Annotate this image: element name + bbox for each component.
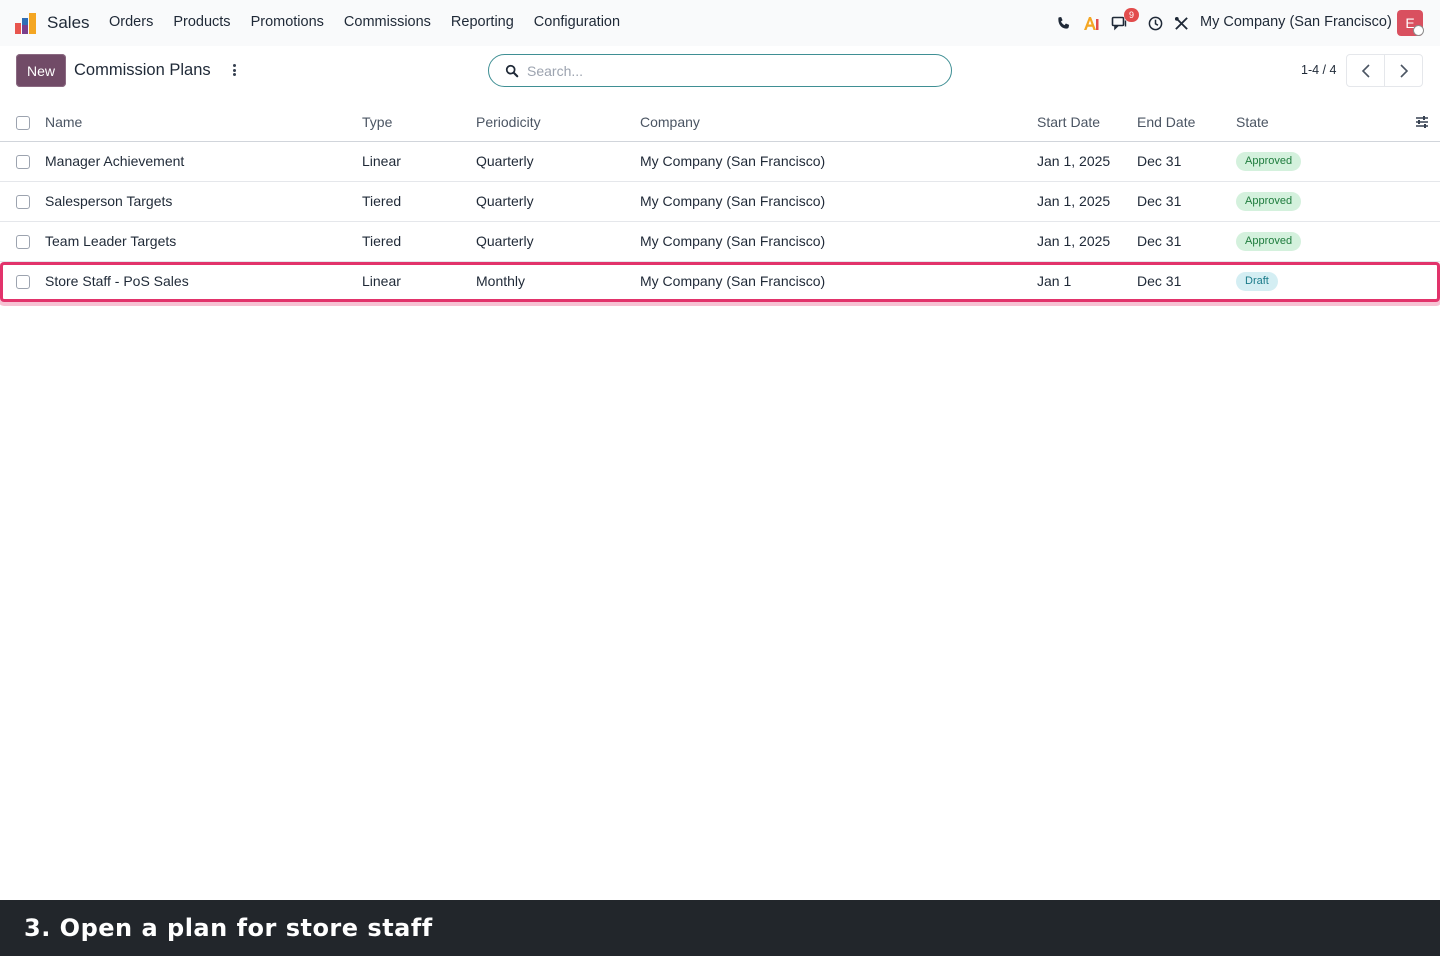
top-navbar: Sales Orders Products Promotions Commiss… <box>0 0 1440 46</box>
table-row-highlighted[interactable]: Store Staff - PoS Sales Linear Monthly M… <box>0 262 1440 302</box>
table-row[interactable]: Manager Achievement Linear Quarterly My … <box>0 142 1440 182</box>
cell-name: Store Staff - PoS Sales <box>45 273 189 289</box>
cell-periodicity: Quarterly <box>476 153 534 169</box>
search-input[interactable] <box>527 61 927 81</box>
menu-item-reporting[interactable]: Reporting <box>451 14 514 30</box>
app-logo-icon[interactable] <box>14 11 38 35</box>
cell-type: Tiered <box>362 193 402 209</box>
clock-icon[interactable] <box>1145 13 1165 33</box>
cell-start-date: Jan 1, 2025 <box>1037 233 1111 249</box>
column-header-type[interactable]: Type <box>362 114 392 130</box>
cell-company: My Company (San Francisco) <box>640 233 826 249</box>
page-title: Commission Plans <box>74 61 211 79</box>
column-header-company[interactable]: Company <box>640 114 700 130</box>
row-checkbox[interactable] <box>16 275 30 289</box>
table-row[interactable]: Salesperson Targets Tiered Quarterly My … <box>0 182 1440 222</box>
column-settings-icon[interactable] <box>1415 115 1429 129</box>
status-badge: Approved <box>1236 152 1302 171</box>
cell-start-date: Jan 1, 2025 <box>1037 153 1111 169</box>
pager-previous-button[interactable] <box>1346 54 1385 87</box>
commission-plans-table: Name Type Periodicity Company Start Date… <box>0 102 1440 302</box>
cell-company: My Company (San Francisco) <box>640 193 826 209</box>
cell-start-date: Jan 1, 2025 <box>1037 193 1111 209</box>
menu-item-promotions[interactable]: Promotions <box>251 14 324 30</box>
table-row[interactable]: Team Leader Targets Tiered Quarterly My … <box>0 222 1440 262</box>
actions-menu-icon[interactable] <box>228 62 240 78</box>
tutorial-caption: 3. Open a plan for store staff <box>24 914 433 942</box>
status-badge: Draft <box>1236 272 1278 291</box>
messages-badge: 9 <box>1124 8 1139 22</box>
cell-end-date: Dec 31 <box>1137 153 1182 169</box>
main-menu: Orders Products Promotions Commissions R… <box>109 14 640 30</box>
tutorial-caption-bar: 3. Open a plan for store staff <box>0 900 1440 956</box>
cell-periodicity: Monthly <box>476 273 526 289</box>
cell-name: Team Leader Targets <box>45 233 177 249</box>
column-header-state[interactable]: State <box>1236 114 1269 130</box>
cell-type: Linear <box>362 153 401 169</box>
menu-item-products[interactable]: Products <box>173 14 230 30</box>
cell-type: Tiered <box>362 233 402 249</box>
cell-name: Salesperson Targets <box>45 193 173 209</box>
chevron-right-icon <box>1399 63 1408 78</box>
pager-value[interactable]: 1-4 / 4 <box>1301 63 1336 77</box>
row-checkbox[interactable] <box>16 155 30 169</box>
cell-company: My Company (San Francisco) <box>640 153 826 169</box>
presence-status-icon <box>1413 25 1424 36</box>
cell-periodicity: Quarterly <box>476 193 534 209</box>
search-bar <box>488 54 952 87</box>
select-all-checkbox[interactable] <box>16 116 30 130</box>
pager-next-button[interactable] <box>1384 54 1423 87</box>
cell-periodicity: Quarterly <box>476 233 534 249</box>
cell-company: My Company (San Francisco) <box>640 273 826 289</box>
cell-end-date: Dec 31 <box>1137 233 1182 249</box>
company-switcher[interactable]: My Company (San Francisco) <box>1200 14 1392 30</box>
status-badge: Approved <box>1236 232 1302 251</box>
cell-end-date: Dec 31 <box>1137 273 1182 289</box>
new-button[interactable]: New <box>16 54 66 87</box>
cell-name: Manager Achievement <box>45 153 185 169</box>
column-header-name[interactable]: Name <box>45 114 82 130</box>
menu-item-orders[interactable]: Orders <box>109 14 153 30</box>
cell-type: Linear <box>362 273 401 289</box>
column-header-start-date[interactable]: Start Date <box>1037 114 1100 130</box>
table-header: Name Type Periodicity Company Start Date… <box>0 102 1440 142</box>
ai-icon[interactable] <box>1081 13 1101 33</box>
menu-item-configuration[interactable]: Configuration <box>534 14 620 30</box>
phone-icon[interactable] <box>1053 13 1073 33</box>
status-badge: Approved <box>1236 192 1302 211</box>
row-checkbox[interactable] <box>16 235 30 249</box>
column-header-end-date[interactable]: End Date <box>1137 114 1195 130</box>
app-name[interactable]: Sales <box>47 13 90 33</box>
row-checkbox[interactable] <box>16 195 30 209</box>
cell-start-date: Jan 1 <box>1037 273 1072 289</box>
chevron-left-icon <box>1361 63 1370 78</box>
search-icon[interactable] <box>505 64 519 78</box>
cell-end-date: Dec 31 <box>1137 193 1182 209</box>
menu-item-commissions[interactable]: Commissions <box>344 14 431 30</box>
column-header-periodicity[interactable]: Periodicity <box>476 114 541 130</box>
tools-icon[interactable] <box>1171 13 1191 33</box>
